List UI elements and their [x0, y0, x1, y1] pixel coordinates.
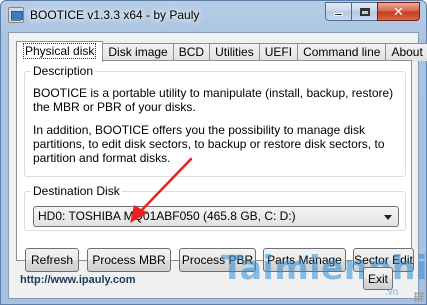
title-bar[interactable]: BOOTICE v1.3.3 x64 - by Pauly ✕ [1, 1, 426, 31]
tab-label: Physical disk [23, 43, 97, 59]
minimize-button[interactable] [325, 2, 351, 21]
destination-disk-title: Destination Disk [31, 184, 122, 198]
description-title: Description [31, 64, 96, 78]
maximize-button[interactable] [351, 2, 377, 21]
tab-physical-disk[interactable]: Physical disk [16, 41, 104, 62]
destination-disk-select[interactable]: HD0: TOSHIBA MQ01ABF050 (465.8 GB, C: D:… [33, 206, 399, 227]
caption-buttons: ✕ [325, 2, 420, 21]
close-button[interactable]: ✕ [377, 2, 420, 21]
exit-button[interactable]: Exit [363, 267, 393, 290]
maximize-icon [359, 7, 370, 16]
website-link[interactable]: http://www.ipauly.com [20, 274, 136, 286]
window-title: BOOTICE v1.3.3 x64 - by Pauly [30, 8, 200, 22]
app-window: BOOTICE v1.3.3 x64 - by Pauly ✕ Physical… [0, 0, 427, 305]
description-paragraph: In addition, BOOTICE offers you the poss… [33, 123, 385, 165]
resize-grip-icon[interactable] [414, 292, 424, 302]
watermark-logo: Taimienphi [221, 248, 427, 287]
destination-disk-group: Destination Disk HD0: TOSHIBA MQ01ABF050… [24, 184, 406, 231]
tab-strip: Physical disk Disk image BCD Utilities U… [16, 41, 427, 62]
tab-about[interactable]: About [385, 43, 427, 61]
chevron-down-icon[interactable] [384, 215, 392, 220]
minimize-icon [334, 13, 343, 16]
app-icon [8, 7, 24, 23]
description-group: Description BOOTICE is a portable utilit… [24, 64, 406, 177]
tab-uefi[interactable]: UEFI [258, 43, 299, 61]
tab-utilities[interactable]: Utilities [209, 43, 260, 61]
tab-command-line[interactable]: Command line [297, 43, 387, 61]
tab-disk-image[interactable]: Disk image [102, 43, 174, 61]
refresh-button[interactable]: Refresh [25, 248, 79, 272]
process-mbr-button[interactable]: Process MBR [87, 248, 171, 272]
description-text: BOOTICE is a portable utility to manipul… [33, 86, 399, 174]
description-paragraph: BOOTICE is a portable utility to manipul… [33, 86, 394, 114]
tab-bcd[interactable]: BCD [172, 43, 211, 61]
destination-disk-value: HD0: TOSHIBA MQ01ABF050 (465.8 GB, C: D:… [38, 209, 296, 223]
physical-disk-panel: Description BOOTICE is a portable utilit… [16, 60, 414, 272]
close-icon: ✕ [393, 3, 404, 19]
